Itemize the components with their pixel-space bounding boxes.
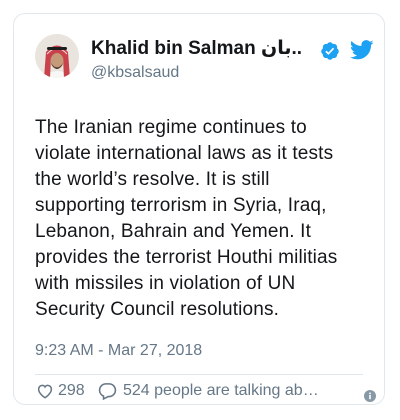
info-icon[interactable] [364,385,376,402]
heart-icon[interactable] [36,382,54,400]
tweet-card[interactable]: Khalid bin Salman بان.. @kbsalsaud The I… [13,13,385,405]
people-talking-link[interactable]: 524 people are talking ab… [123,378,319,404]
tweet-line: The Iranian regime continues to [35,117,307,138]
display-name[interactable]: Khalid bin Salman بان.. [91,38,302,60]
tweet-line: Security Council resolutions. [35,299,280,320]
avatar[interactable] [35,34,79,78]
tweet-line: violate international laws as it tests [35,143,334,164]
like-count[interactable]: 298 [58,378,85,404]
user-handle[interactable]: @kbsalsaud [91,63,179,83]
tweet-actions: 298 524 people are talking ab… [35,378,376,404]
speech-bubble-icon[interactable] [98,382,117,401]
tweet-line: supporting terrorism in Syria, Iraq, [35,195,327,216]
tweet-line: Lebanon, Bahrain and Yemen. It [35,221,312,242]
tweet-timestamp[interactable]: 9:23 AM - Mar 27, 2018 [35,341,202,361]
verified-badge-icon [320,41,340,61]
tweet-text: The Iranian regime continues to violate … [35,115,375,323]
tweet-line: with missiles in violation of UN [35,273,296,294]
tweet-line: provides the terrorist Houthi militias [35,247,338,268]
twitter-bird-icon[interactable] [349,40,374,60]
divider [35,374,363,375]
tweet-line: the world’s resolve. It is still [35,169,270,190]
